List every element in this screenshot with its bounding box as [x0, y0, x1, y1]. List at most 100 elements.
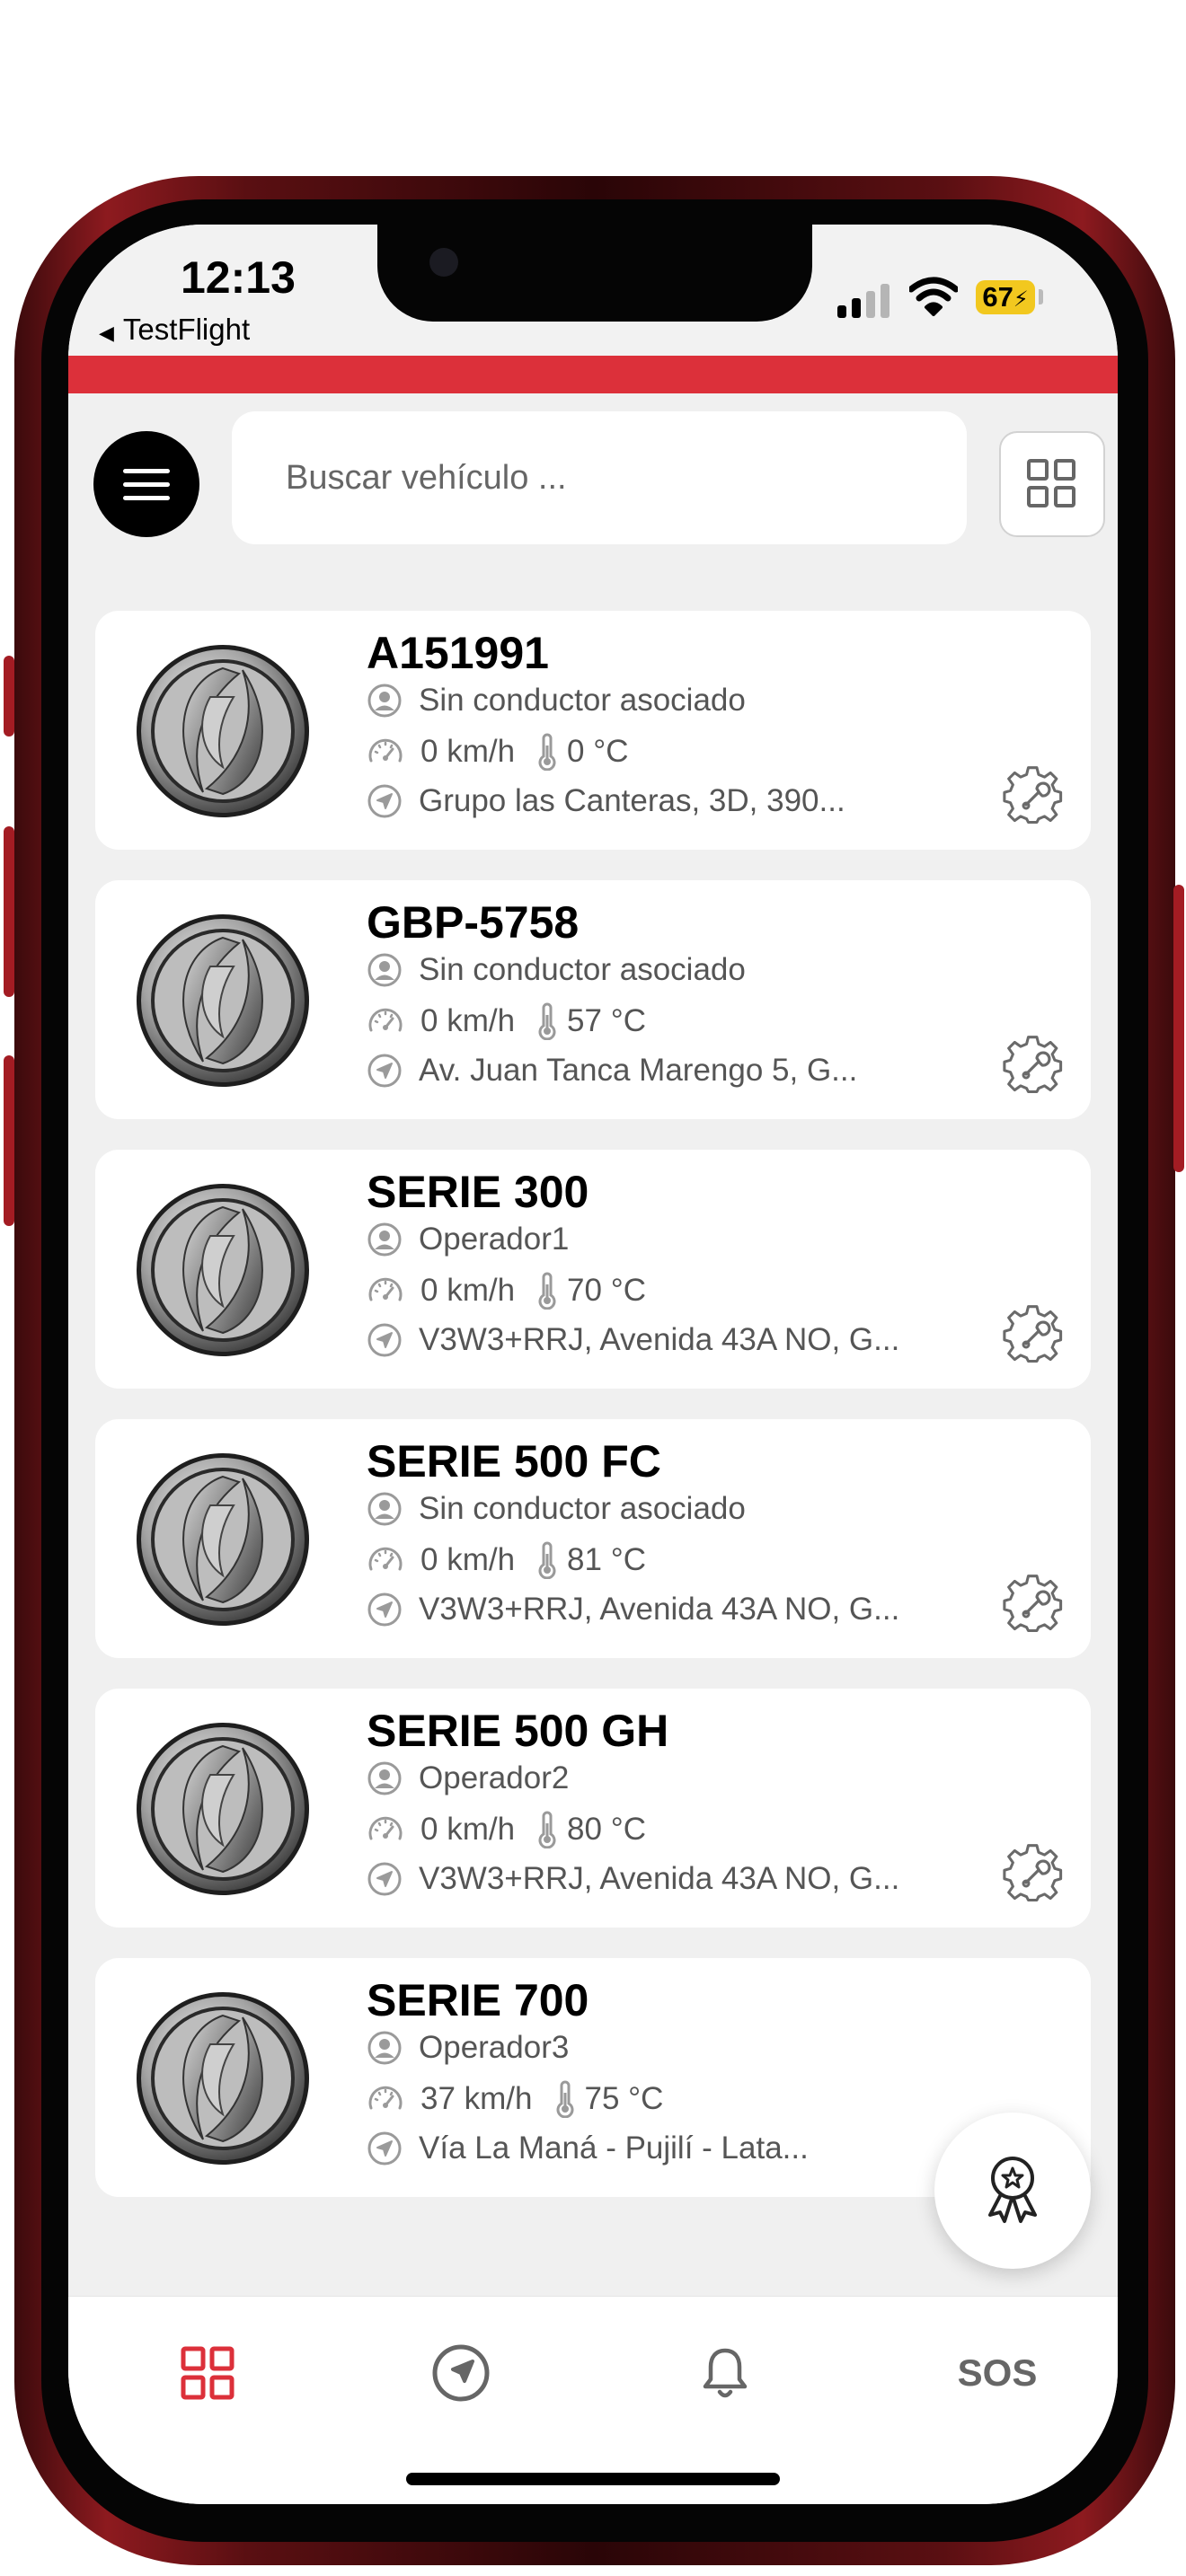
grid-icon: [181, 2346, 235, 2400]
vehicle-card[interactable]: A151991 Sin conductor asociado 0 km/h 0 °…: [95, 611, 1091, 850]
bottom-navigation: SOS: [68, 2296, 1118, 2504]
address-text: Av. Juan Tanca Marengo 5, G...: [419, 1053, 858, 1088]
brand-logo-icon: [133, 1719, 313, 1899]
grid-view-icon: [1027, 459, 1075, 507]
driver-row: Sin conductor asociado: [367, 952, 746, 988]
speed-row: 0 km/h 0 °C: [367, 733, 629, 771]
brand-logo-icon: [133, 1989, 313, 2168]
battery-icon: 67⚡: [976, 280, 1035, 314]
settings-gear-icon[interactable]: [1003, 1035, 1066, 1098]
vehicle-card[interactable]: SERIE 300 Operador1 0 km/h 70 °C V3W3+RRJ…: [95, 1150, 1091, 1389]
speed-value: 0 km/h: [420, 734, 516, 769]
address-text: V3W3+RRJ, Avenida 43A NO, G...: [419, 1592, 900, 1627]
driver-row: Sin conductor asociado: [367, 1491, 746, 1527]
nav-sos[interactable]: SOS: [943, 2333, 1051, 2413]
thermometer-icon: [536, 1541, 558, 1579]
menu-button[interactable]: [93, 431, 199, 537]
brand-logo-icon: [133, 641, 313, 821]
back-to-app-link[interactable]: ◀ TestFlight: [99, 313, 250, 347]
location-arrow-icon: [367, 2130, 403, 2166]
side-button-power: [1173, 885, 1184, 1172]
address-row: Grupo las Canteras, 3D, 390...: [367, 783, 845, 819]
thermometer-icon: [536, 733, 558, 771]
nav-notifications[interactable]: [685, 2333, 766, 2413]
header-accent-bar: [68, 356, 1118, 393]
address-row: Vía La Maná - Pujilí - Lata...: [367, 2130, 809, 2166]
driver-row: Operador2: [367, 1760, 569, 1796]
user-icon: [367, 1491, 403, 1527]
address-row: V3W3+RRJ, Avenida 43A NO, G...: [367, 1861, 899, 1897]
address-text: Vía La Maná - Pujilí - Lata...: [419, 2130, 809, 2166]
user-icon: [367, 683, 403, 719]
back-triangle-icon: ◀: [99, 322, 114, 344]
speedometer-icon: [367, 1542, 404, 1578]
temperature-value: 75 °C: [584, 2081, 664, 2116]
navigation-icon: [432, 2344, 490, 2402]
settings-gear-icon[interactable]: [1003, 765, 1066, 828]
sos-label: SOS: [957, 2351, 1038, 2394]
brand-logo-icon: [133, 1180, 313, 1360]
status-bar: 12:13 ◀ TestFlight 67⚡: [68, 225, 1118, 356]
driver-name: Sin conductor asociado: [419, 683, 746, 718]
vehicle-card[interactable]: SERIE 500 GH Operador2 0 km/h 80 °C V3W3+…: [95, 1689, 1091, 1928]
vehicle-name: GBP-5758: [367, 897, 580, 948]
thermometer-icon: [536, 1272, 558, 1310]
search-input[interactable]: [232, 411, 967, 544]
battery-tip: [1039, 289, 1043, 304]
location-arrow-icon: [367, 1592, 403, 1628]
speedometer-icon: [367, 1273, 404, 1309]
grid-view-button[interactable]: [999, 431, 1105, 537]
temperature-value: 57 °C: [567, 1003, 646, 1038]
award-button[interactable]: [934, 2113, 1091, 2269]
speed-value: 0 km/h: [420, 1812, 516, 1847]
driver-name: Sin conductor asociado: [419, 1491, 746, 1526]
user-icon: [367, 2030, 403, 2066]
temperature-value: 0 °C: [567, 734, 629, 769]
temperature-value: 70 °C: [567, 1273, 646, 1308]
temperature-value: 80 °C: [567, 1812, 646, 1847]
thermometer-icon: [536, 1002, 558, 1040]
status-time: 12:13: [181, 252, 296, 303]
speed-value: 0 km/h: [420, 1542, 516, 1577]
brand-logo-icon: [133, 1450, 313, 1629]
driver-row: Operador3: [367, 2030, 569, 2066]
speedometer-icon: [367, 1003, 404, 1039]
speed-row: 0 km/h 81 °C: [367, 1541, 646, 1579]
speed-value: 0 km/h: [420, 1003, 516, 1038]
address-row: Av. Juan Tanca Marengo 5, G...: [367, 1053, 857, 1089]
vehicle-name: SERIE 500 GH: [367, 1706, 669, 1756]
address-text: Grupo las Canteras, 3D, 390...: [419, 783, 845, 818]
speed-row: 0 km/h 57 °C: [367, 1002, 646, 1040]
settings-gear-icon[interactable]: [1003, 1574, 1066, 1636]
signal-icon: [837, 284, 893, 318]
nav-map[interactable]: [420, 2333, 501, 2413]
speed-row: 0 km/h 80 °C: [367, 1811, 646, 1848]
location-arrow-icon: [367, 1322, 403, 1358]
location-arrow-icon: [367, 1053, 403, 1089]
driver-row: Sin conductor asociado: [367, 683, 746, 719]
vehicle-card[interactable]: SERIE 500 FC Sin conductor asociado 0 km…: [95, 1419, 1091, 1658]
driver-row: Operador1: [367, 1222, 569, 1257]
address-row: V3W3+RRJ, Avenida 43A NO, G...: [367, 1322, 899, 1358]
address-text: V3W3+RRJ, Avenida 43A NO, G...: [419, 1322, 900, 1357]
back-app-label: TestFlight: [122, 313, 251, 346]
vehicle-card[interactable]: GBP-5758 Sin conductor asociado 0 km/h 57…: [95, 880, 1091, 1119]
location-arrow-icon: [367, 783, 403, 819]
front-camera: [429, 248, 458, 277]
wifi-icon: [909, 277, 958, 316]
settings-gear-icon[interactable]: [1003, 1304, 1066, 1367]
address-row: V3W3+RRJ, Avenida 43A NO, G...: [367, 1592, 899, 1628]
settings-gear-icon[interactable]: [1003, 1843, 1066, 1906]
speedometer-icon: [367, 734, 404, 770]
thermometer-icon: [554, 2080, 576, 2118]
charging-bolt-icon: ⚡: [1013, 287, 1029, 312]
vehicle-name: SERIE 300: [367, 1167, 589, 1217]
speed-row: 0 km/h 70 °C: [367, 1272, 646, 1310]
vehicle-name: A151991: [367, 628, 549, 678]
speedometer-icon: [367, 1812, 404, 1848]
vehicle-name: SERIE 500 FC: [367, 1436, 661, 1486]
side-button-volume-up: [4, 826, 14, 997]
nav-home-grid[interactable]: [167, 2333, 248, 2413]
bell-icon: [703, 2348, 748, 2398]
driver-name: Operador1: [419, 1222, 570, 1257]
